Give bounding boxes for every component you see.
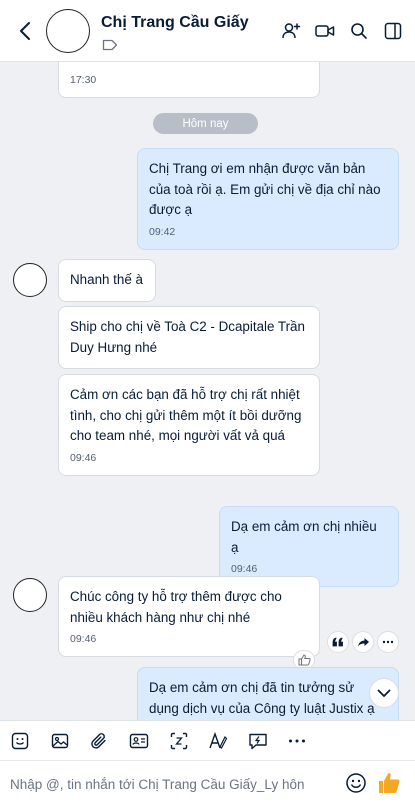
- more-actions-button[interactable]: [377, 631, 399, 653]
- video-call-icon[interactable]: [315, 19, 335, 43]
- message-list[interactable]: 17:30 Hôm nay Chị Trang ơi em nhận được …: [0, 62, 415, 720]
- screenshot-icon[interactable]: [168, 730, 190, 752]
- message-input[interactable]: [10, 773, 335, 795]
- message-text: Chị Trang ơi em nhận được văn bản của to…: [149, 161, 381, 217]
- image-icon[interactable]: [49, 730, 71, 752]
- message-text: Dạ em cảm ơn chị đã tin tưởng sử dụng dị…: [149, 680, 375, 716]
- message-text: Ship cho chị về Toà C2 - Dcapitale Trần …: [70, 319, 305, 355]
- message-bubble-sent[interactable]: Dạ em cảm ơn chị đã tin tưởng sử dụng dị…: [137, 667, 399, 720]
- message-text: Cảm ơn các bạn đã hỗ trợ chị rất nhiệt t…: [70, 387, 302, 443]
- forward-icon: [357, 637, 369, 647]
- quote-icon: [332, 637, 343, 647]
- add-member-icon[interactable]: [281, 19, 301, 43]
- message-text: Chúc công ty hỗ trợ thêm được cho nhiều …: [70, 589, 282, 625]
- forward-button[interactable]: [352, 631, 374, 653]
- message-text: Dạ em cảm ơn chị nhiều ạ: [231, 519, 377, 555]
- message-time: 09:46: [231, 563, 258, 575]
- header-actions: [281, 19, 403, 43]
- tag-icon[interactable]: [102, 39, 118, 51]
- more-horizontal-icon: [382, 640, 394, 644]
- date-divider: Hôm nay: [153, 113, 258, 134]
- message-bubble-received[interactable]: Ship cho chị về Toà C2 - Dcapitale Trần …: [58, 306, 320, 369]
- contact-name[interactable]: Chị Trang Cầu Giấy: [101, 14, 249, 32]
- chevron-down-icon: [377, 689, 391, 697]
- send-like-icon[interactable]: [376, 770, 402, 796]
- composer: [0, 760, 415, 807]
- message-time: 09:46: [70, 451, 97, 464]
- message-bubble-sent[interactable]: Dạ em cảm ơn chị nhiều ạ 09:46: [219, 506, 399, 587]
- message-time: 17:30: [70, 74, 97, 86]
- message-bubble-sent[interactable]: Chị Trang ơi em nhận được văn bản của to…: [137, 148, 399, 250]
- chat-header: Chị Trang Cầu Giấy: [0, 0, 415, 62]
- like-outline-icon: [298, 654, 311, 666]
- message-bubble[interactable]: 17:30: [58, 62, 320, 98]
- back-button[interactable]: [14, 18, 36, 44]
- message-time: 09:42: [149, 225, 176, 238]
- more-icon[interactable]: [286, 730, 308, 752]
- message-time: 09:46: [70, 633, 97, 645]
- text-format-icon[interactable]: [207, 730, 229, 752]
- composer-toolbar: [0, 720, 415, 760]
- message-bubble-received[interactable]: Nhanh thế à: [58, 259, 156, 302]
- sender-avatar[interactable]: [13, 578, 47, 612]
- message-text: Nhanh thế à: [70, 272, 143, 287]
- sidebar-toggle-icon[interactable]: [383, 19, 403, 43]
- quote-button[interactable]: [327, 631, 349, 653]
- sender-avatar[interactable]: [13, 263, 47, 297]
- back-arrow-icon: [20, 22, 30, 40]
- quick-message-icon[interactable]: [247, 730, 269, 752]
- message-bubble-received[interactable]: Cảm ơn các bạn đã hỗ trợ chị rất nhiệt t…: [58, 374, 320, 476]
- contact-card-icon[interactable]: [128, 730, 150, 752]
- scroll-to-bottom-button[interactable]: [369, 678, 399, 708]
- emoji-icon[interactable]: [345, 772, 367, 794]
- contact-avatar[interactable]: [46, 9, 90, 53]
- sticker-icon[interactable]: [9, 730, 31, 752]
- message-bubble-received[interactable]: Chúc công ty hỗ trợ thêm được cho nhiều …: [58, 576, 320, 657]
- search-icon[interactable]: [349, 19, 369, 43]
- attachment-icon[interactable]: [88, 730, 110, 752]
